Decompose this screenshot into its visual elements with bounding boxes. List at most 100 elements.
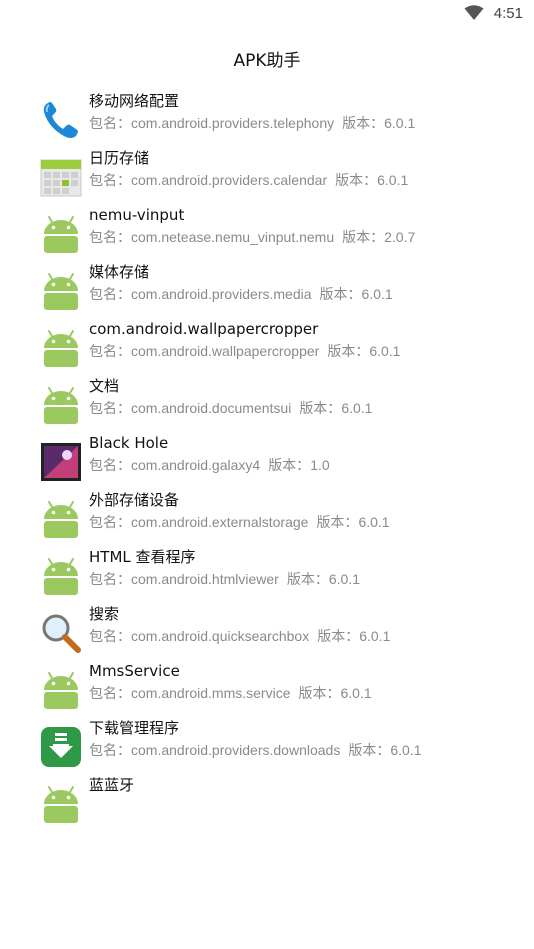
package-label: 包名： [89, 173, 131, 189]
package-name: com.android.quicksearchbox [131, 628, 310, 644]
package-name: com.netease.nemu_vinput.nemu [131, 229, 335, 245]
android-icon [44, 330, 78, 367]
app-name: com.android.wallpapercropper [89, 320, 319, 338]
package-label: 包名： [89, 686, 131, 702]
app-name: MmsService [89, 662, 180, 680]
page-title: APK助手 [233, 51, 301, 71]
list-item[interactable]: nemu-vinput 包名：com.netease.nemu_vinput.ne… [0, 200, 534, 253]
status-time: 4:51 [493, 5, 523, 22]
android-icon [44, 558, 78, 595]
version-label: 版本： [298, 686, 341, 702]
version-label: 版本： [317, 629, 360, 645]
package-name: com.android.providers.downloads [131, 742, 341, 758]
version-label: 版本： [286, 572, 329, 588]
list-item[interactable]: 媒体存储 包名：com.android.providers.media 版本：6.0… [0, 257, 534, 310]
package-label: 包名： [89, 230, 131, 246]
version-label: 版本： [348, 743, 391, 759]
list-item[interactable]: HTML 查看程序 包名：com.android.htmlviewer 版本：6.0… [0, 542, 534, 595]
version-value: 6.0.1 [358, 514, 390, 530]
package-name: com.android.providers.media [131, 286, 312, 302]
status-bar: 4:51 [0, 0, 534, 28]
version-label: 版本： [342, 116, 385, 132]
package-label: 包名： [89, 287, 131, 303]
android-icon [44, 672, 78, 709]
version-label: 版本： [316, 515, 359, 531]
version-label: 版本： [319, 287, 362, 303]
app-icon [40, 498, 82, 540]
app-name: 文档 [89, 377, 120, 395]
package-label: 包名： [89, 116, 131, 132]
app-name: 外部存储设备 [89, 491, 180, 509]
version-label: 版本： [327, 344, 370, 360]
version-value: 2.0.7 [384, 229, 416, 245]
app-icon [40, 270, 82, 312]
version-value: 6.0.1 [341, 400, 373, 416]
list-item[interactable]: 外部存储设备 包名：com.android.externalstorage 版本：6… [0, 485, 534, 538]
app-icon [40, 156, 82, 198]
package-label: 包名： [89, 743, 131, 759]
android-icon [44, 387, 78, 424]
app-icon [40, 783, 82, 825]
package-label: 包名： [89, 344, 131, 360]
version-value: 6.0.1 [390, 742, 422, 758]
version-value: 6.0.1 [328, 571, 360, 587]
list-item[interactable]: Black Hole 包名：com.android.galaxy4 版本：1.0 [0, 428, 534, 481]
app-icon [40, 99, 82, 141]
app-package-info: 包名：com.android.providers.downloads 版本：6.0… [89, 741, 424, 761]
app-icon [40, 384, 82, 426]
app-name: 蓝蓝牙 [89, 776, 135, 794]
app-package-info: 包名：com.netease.nemu_vinput.nemu 版本：2.0.7 [89, 228, 424, 248]
app-icon [40, 726, 82, 768]
app-package-info: 包名：com.android.providers.calendar 版本：6.0.… [89, 171, 424, 191]
app-package-info: 包名：com.android.mms.service 版本：6.0.1 [89, 684, 424, 704]
package-label: 包名： [89, 629, 131, 645]
app-icon [40, 555, 82, 597]
version-value: 6.0.1 [340, 685, 372, 701]
app-name: nemu-vinput [89, 206, 185, 224]
app-icon [40, 441, 82, 483]
app-name: HTML 查看程序 [89, 548, 196, 566]
package-name: com.android.wallpapercropper [131, 343, 320, 359]
app-package-info: 包名：com.android.providers.media 版本：6.0.1 [89, 285, 424, 305]
package-name: com.android.providers.calendar [131, 172, 328, 188]
app-package-info: 包名：com.android.providers.telephony 版本：6.0… [89, 114, 424, 134]
package-label: 包名： [89, 572, 131, 588]
app-list[interactable]: 移动网络配置包名：com.android.providers.telephony… [0, 86, 534, 823]
version-value: 6.0.1 [361, 286, 393, 302]
package-name: com.android.mms.service [131, 685, 291, 701]
version-value: 6.0.1 [369, 343, 401, 359]
app-name: Black Hole [89, 434, 169, 452]
version-label: 版本： [342, 230, 385, 246]
phone-icon [43, 102, 78, 138]
version-value: 6.0.1 [384, 115, 416, 131]
list-item[interactable]: 文档包名：com.android.documentsui 版本：6.0.1 [0, 371, 534, 424]
package-name: com.android.galaxy4 [131, 457, 261, 473]
list-item[interactable]: 日历存储包名：com.android.providers.calendar 版本：… [0, 143, 534, 197]
app-package-info: 包名：com.android.quicksearchbox 版本：6.0.1 [89, 627, 424, 647]
list-item[interactable]: 搜索 包名：com.android.quicksearchbox 版本：6.0.1 [0, 599, 534, 653]
version-value: 6.0.1 [359, 628, 391, 644]
package-name: com.android.externalstorage [131, 514, 309, 530]
list-item[interactable]: com.android.wallpapercropper 包名：com.andro… [0, 314, 534, 367]
app-package-info: 包名：com.android.htmlviewer 版本：6.0.1 [89, 570, 424, 590]
package-label: 包名： [89, 515, 131, 531]
version-value: 1.0 [310, 457, 330, 473]
android-icon [44, 273, 78, 310]
app-name: 日历存储 [89, 149, 150, 167]
list-item[interactable]: 下载管理程序 包名：com.android.providers.downloads… [0, 713, 534, 767]
package-label: 包名： [89, 458, 131, 474]
app-package-info: 包名：com.android.documentsui 版本：6.0.1 [89, 399, 424, 419]
package-label: 包名： [89, 401, 131, 417]
version-label: 版本： [268, 458, 311, 474]
package-name: com.android.htmlviewer [131, 571, 279, 587]
version-value: 6.0.1 [377, 172, 409, 188]
list-item[interactable]: MmsService 包名：com.android.mms.service 版本：6… [0, 656, 534, 709]
app-package-info: 包名：com.android.externalstorage 版本：6.0.1 [89, 513, 424, 533]
app-name: 移动网络配置 [89, 92, 180, 110]
search-icon [42, 614, 81, 653]
app-package-info: 包名：com.android.galaxy4 版本：1.0 [89, 456, 424, 476]
list-item[interactable]: 移动网络配置包名：com.android.providers.telephony… [0, 86, 534, 138]
list-item[interactable]: 蓝蓝牙 [0, 770, 534, 823]
wifi-icon [464, 5, 484, 20]
package-name: com.android.documentsui [131, 400, 292, 416]
